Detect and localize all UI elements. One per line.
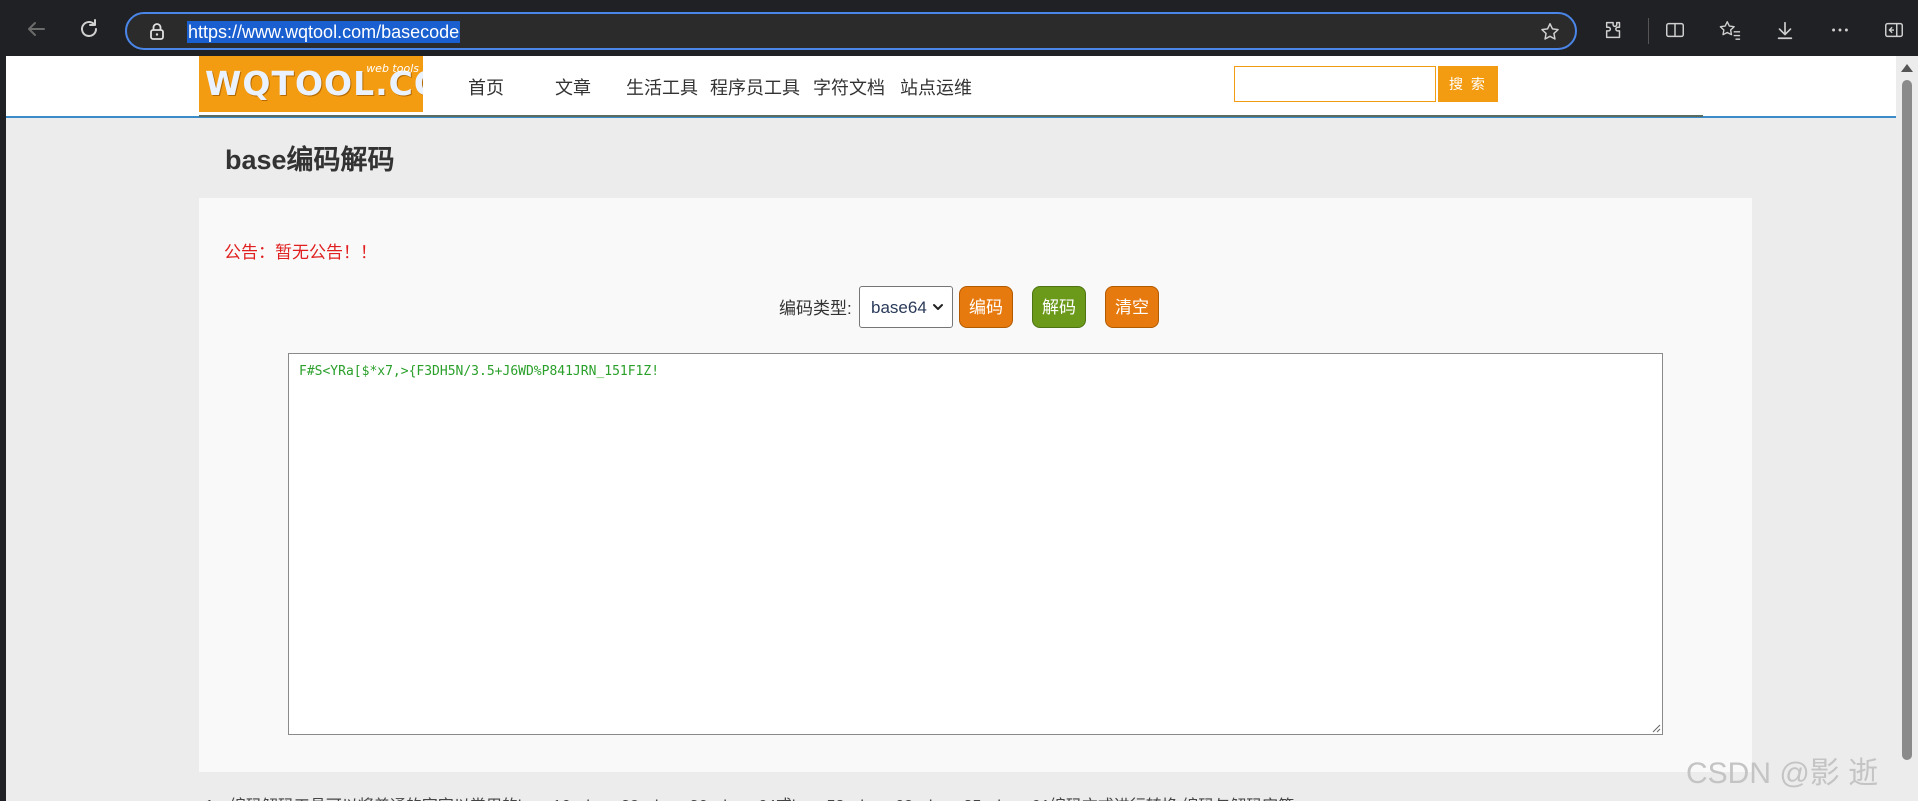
toolbar-divider xyxy=(1648,18,1649,44)
tool-panel: 公告：暂无公告！！ 编码类型: base64 编码 解码 清空 F#S<YRa[… xyxy=(199,198,1752,772)
refresh-button[interactable] xyxy=(70,10,108,48)
more-button[interactable] xyxy=(1822,12,1858,48)
download-icon xyxy=(1777,21,1793,40)
page-title: base编码解码 xyxy=(225,145,395,175)
sidebar-icon xyxy=(1885,22,1903,38)
extensions-button[interactable] xyxy=(1596,12,1632,48)
site-logo[interactable]: WQTOOL.COM web tools xyxy=(199,56,423,112)
watermark: CSDN @影 逝 xyxy=(1686,757,1879,790)
favorites-icon xyxy=(1719,21,1741,40)
browser-toolbar: https://www.wqtool.com/basecode xyxy=(0,0,1918,56)
scroll-up-arrow-icon[interactable] xyxy=(1901,64,1913,72)
page-scrollbar[interactable] xyxy=(1896,56,1918,801)
extensions-icon xyxy=(1605,21,1621,39)
more-icon xyxy=(1832,28,1848,32)
back-button[interactable] xyxy=(17,10,55,48)
star-icon[interactable] xyxy=(1539,21,1561,43)
split-screen-icon xyxy=(1666,22,1684,38)
sidebar-button[interactable] xyxy=(1876,12,1912,48)
back-arrow-icon xyxy=(28,22,45,36)
decode-button[interactable]: 解码 xyxy=(1032,286,1086,328)
address-bar[interactable]: https://www.wqtool.com/basecode xyxy=(125,12,1577,50)
clear-button[interactable]: 清空 xyxy=(1105,286,1159,328)
encoding-type-select[interactable]: base64 xyxy=(859,286,953,328)
textarea-content: F#S<YRa[$*x7,>{F3DH5N/3.5+J6WD%P841JRN_1… xyxy=(299,364,660,379)
nav-programmer-tools[interactable]: 程序员工具 xyxy=(710,74,800,100)
url-text[interactable]: https://www.wqtool.com/basecode xyxy=(187,21,461,43)
split-screen-button[interactable] xyxy=(1657,12,1693,48)
nav-site-ops[interactable]: 站点运维 xyxy=(900,74,972,100)
download-button[interactable] xyxy=(1767,12,1803,48)
code-textarea[interactable]: F#S<YRa[$*x7,>{F3DH5N/3.5+J6WD%P841JRN_1… xyxy=(288,353,1663,735)
lock-icon[interactable] xyxy=(147,21,167,41)
encoding-type-value: base64 xyxy=(871,298,927,317)
chevron-down-icon xyxy=(933,304,943,310)
resize-grip-icon[interactable] xyxy=(1651,723,1661,733)
nav-home[interactable]: 首页 xyxy=(468,74,504,100)
tool-description: 1、编码解码工具可以将普通的字字以常用的base16、base32、base36… xyxy=(205,792,1294,801)
search-input[interactable] xyxy=(1234,66,1436,102)
page-viewport: WQTOOL.COM web tools 首页 文章 生活工具 程序员工具 字符… xyxy=(6,56,1896,801)
encoding-type-label: 编码类型: xyxy=(779,299,852,318)
nav-life-tools[interactable]: 生活工具 xyxy=(626,74,698,100)
notice-text: 公告：暂无公告！！ xyxy=(224,243,377,262)
favorites-button[interactable] xyxy=(1712,12,1748,48)
encode-button[interactable]: 编码 xyxy=(959,286,1013,328)
nav-articles[interactable]: 文章 xyxy=(555,74,591,100)
search-button[interactable]: 搜 索 xyxy=(1438,66,1498,102)
header-divider xyxy=(199,115,1703,117)
site-header: WQTOOL.COM web tools 首页 文章 生活工具 程序员工具 字符… xyxy=(6,56,1896,118)
nav-char-docs[interactable]: 字符文档 xyxy=(813,74,885,100)
refresh-icon xyxy=(81,19,97,37)
scroll-thumb[interactable] xyxy=(1902,80,1912,760)
logo-tagline: web tools xyxy=(366,62,419,75)
